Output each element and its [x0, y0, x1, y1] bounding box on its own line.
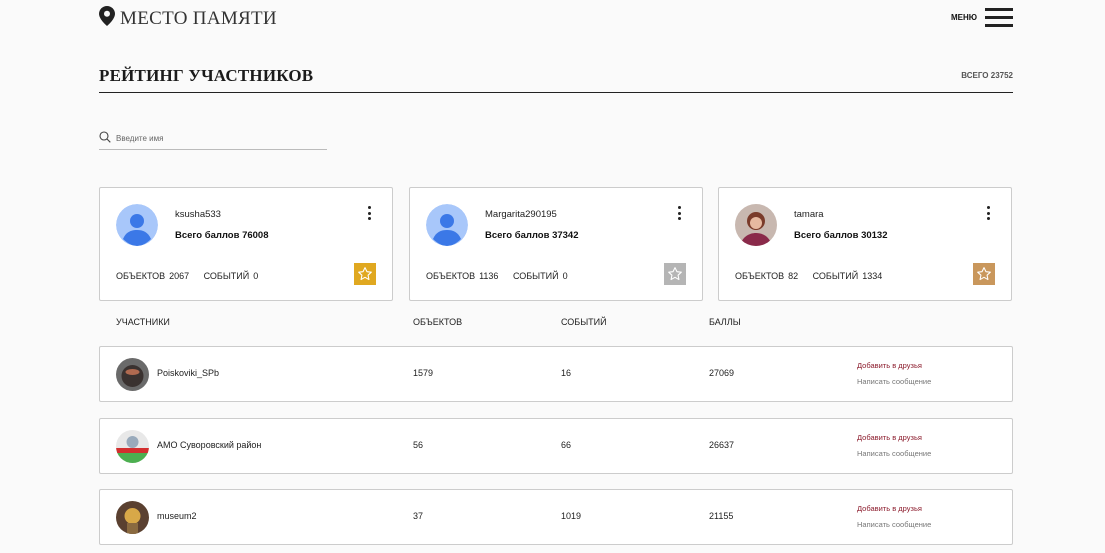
send-message-link[interactable]: Написать сообщение: [857, 449, 931, 458]
search-bar: [99, 128, 327, 150]
user-name[interactable]: ksusha533: [175, 209, 221, 220]
more-options-icon[interactable]: [676, 206, 682, 220]
events-count: 1019: [561, 511, 582, 521]
user-points: Всего баллов 37342: [485, 230, 579, 241]
user-stats: ОБЪЕКТОВ 2067 СОБЫТИЙ 0: [116, 271, 259, 281]
user-name[interactable]: tamara: [794, 209, 824, 220]
user-points: Всего баллов 76008: [175, 230, 269, 241]
top-user-card-1[interactable]: ksusha533 Всего баллов 76008 ОБЪЕКТОВ 206…: [99, 187, 393, 301]
events-count: 66: [561, 440, 572, 450]
table-row: АМО Суворовский район 56 66 26637 Добави…: [99, 418, 1013, 474]
search-icon: [99, 130, 111, 148]
user-points: Всего баллов 30132: [794, 230, 888, 241]
add-friend-link[interactable]: Добавить в друзья: [857, 433, 922, 442]
default-user-icon: [426, 204, 468, 246]
star-icon[interactable]: [664, 263, 686, 285]
objects-count: 56: [413, 440, 424, 450]
participant-name[interactable]: museum2: [157, 511, 197, 521]
title-row: РЕЙТИНГ УЧАСТНИКОВ ВСЕГО 23752: [99, 64, 1013, 93]
column-header-points: БАЛЛЫ: [709, 317, 741, 327]
events-count: 16: [561, 368, 572, 378]
star-icon[interactable]: [354, 263, 376, 285]
table-row: Poiskoviki_SPb 1579 16 27069 Добавить в …: [99, 346, 1013, 402]
hamburger-icon[interactable]: [985, 8, 1013, 27]
menu-label: МЕНЮ: [950, 13, 977, 22]
map-pin-icon: [99, 6, 115, 31]
site-logo[interactable]: МЕСТО ПАМЯТИ: [99, 6, 277, 31]
add-friend-link[interactable]: Добавить в друзья: [857, 504, 922, 513]
objects-count: 37: [413, 511, 424, 521]
avatar: [116, 358, 149, 391]
logo-text: МЕСТО ПАМЯТИ: [120, 7, 277, 29]
objects-count: 1579: [413, 368, 434, 378]
participant-name[interactable]: Poiskoviki_SPb: [157, 368, 219, 378]
star-icon[interactable]: [973, 263, 995, 285]
send-message-link[interactable]: Написать сообщение: [857, 377, 931, 386]
total-count: ВСЕГО 23752: [961, 71, 1013, 80]
column-header-objects: ОБЪЕКТОВ: [413, 317, 463, 327]
points-count: 27069: [709, 368, 735, 378]
points-count: 26637: [709, 440, 735, 450]
more-options-icon[interactable]: [366, 206, 372, 220]
column-header-participants: УЧАСТНИКИ: [116, 317, 170, 327]
user-stats: ОБЪЕКТОВ 1136 СОБЫТИЙ 0: [426, 271, 568, 281]
column-header-events: СОБЫТИЙ: [561, 317, 607, 327]
user-name[interactable]: Margarita290195: [485, 209, 557, 220]
site-header: МЕСТО ПАМЯТИ МЕНЮ: [99, 0, 1013, 34]
user-stats: ОБЪЕКТОВ 82 СОБЫТИЙ 1334: [735, 271, 883, 281]
table-row: museum2 37 1019 21155 Добавить в друзья …: [99, 489, 1013, 545]
user-photo: [735, 204, 777, 246]
default-user-icon: [116, 204, 158, 246]
more-options-icon[interactable]: [985, 206, 991, 220]
add-friend-link[interactable]: Добавить в друзья: [857, 361, 922, 370]
participant-name[interactable]: АМО Суворовский район: [157, 440, 261, 450]
search-input[interactable]: [116, 134, 316, 143]
avatar: [116, 501, 149, 534]
page-title: РЕЙТИНГ УЧАСТНИКОВ: [99, 66, 314, 85]
send-message-link[interactable]: Написать сообщение: [857, 520, 931, 529]
menu-button[interactable]: МЕНЮ: [951, 8, 1013, 27]
avatar: [116, 430, 149, 463]
top-user-card-3[interactable]: tamara Всего баллов 30132 ОБЪЕКТОВ 82 СОБ…: [718, 187, 1012, 301]
points-count: 21155: [709, 511, 734, 521]
top-user-card-2[interactable]: Margarita290195 Всего баллов 37342 ОБЪЕК…: [409, 187, 703, 301]
